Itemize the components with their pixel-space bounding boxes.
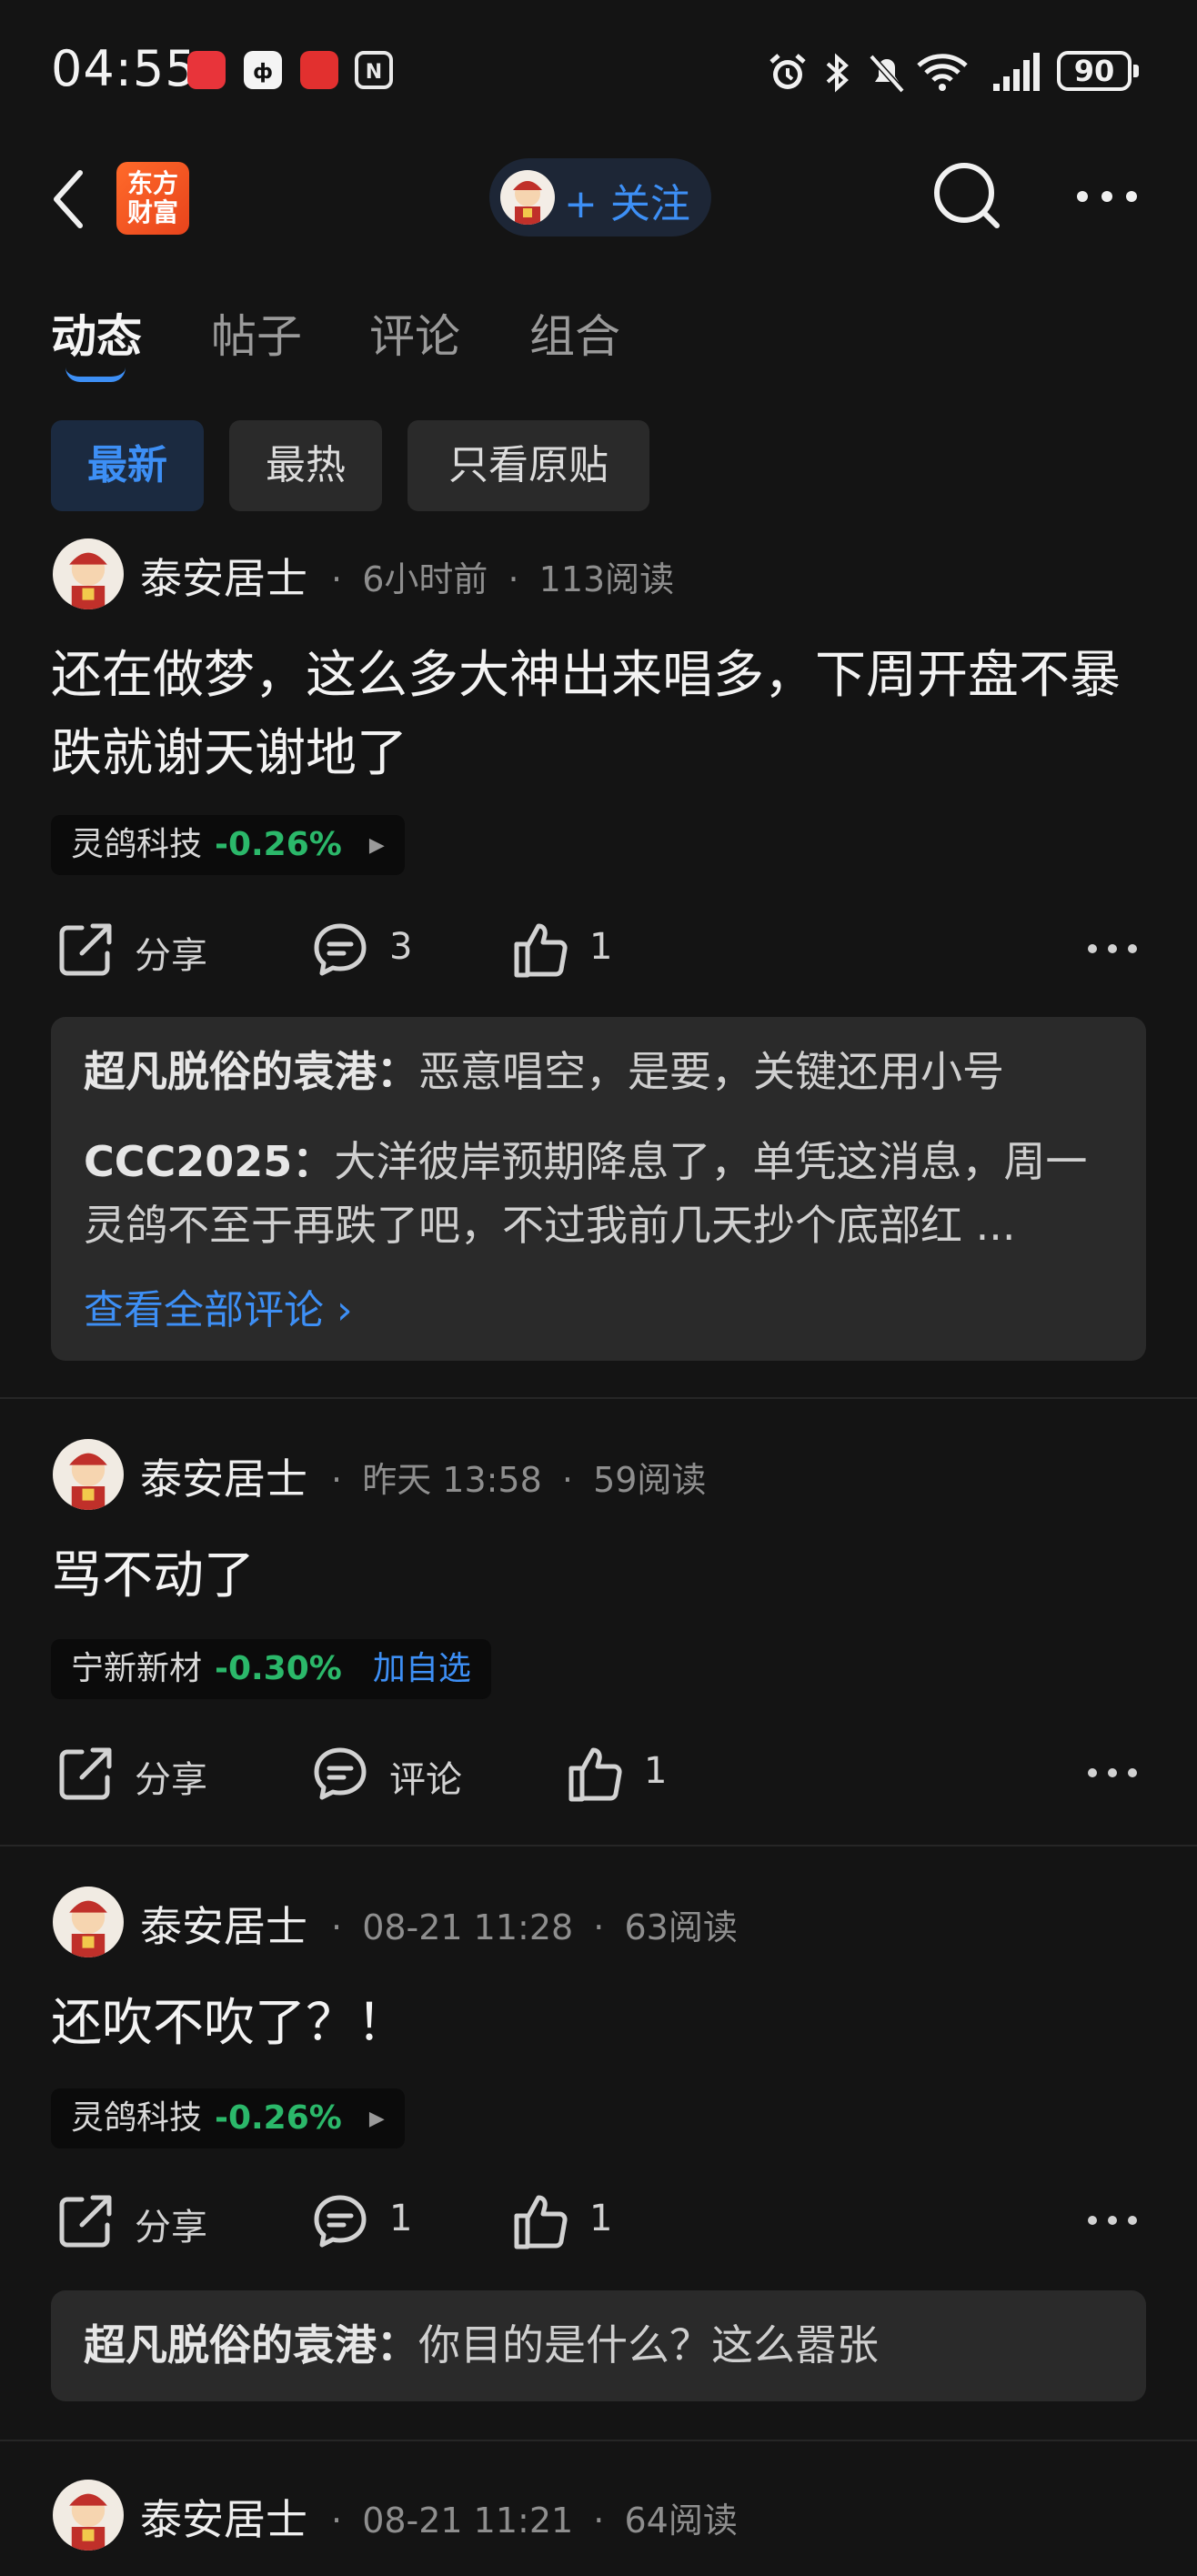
stock-arrow-icon: ▶ — [368, 834, 385, 857]
comment-preview[interactable]: 超凡脱俗的袁港：你目的是什么？这么嚣张 — [51, 2290, 1146, 2401]
post-text[interactable]: 还吹不吹了？！ — [51, 1985, 1152, 2063]
avatar[interactable] — [53, 538, 124, 609]
comment-user[interactable]: 超凡脱俗的袁港： — [84, 2320, 418, 2370]
stock-name: 宁新新材 — [71, 1650, 203, 1687]
tab-comments[interactable]: 评论 — [369, 300, 460, 366]
more-icon[interactable] — [1088, 2214, 1139, 2227]
comment-button[interactable]: 评论 — [311, 1745, 493, 1803]
status-bar: 04:55 ф N 90 — [0, 0, 1197, 146]
post-time: 6小时前 — [362, 559, 488, 599]
status-time: 04:55 — [51, 40, 197, 97]
view-all-comments-link[interactable]: 查看全部评论 › — [84, 1277, 353, 1335]
post-meta: · 08-21 11:21 · 64阅读 — [331, 2501, 738, 2541]
comment-button[interactable]: 1 — [311, 2192, 438, 2250]
stock-tag[interactable]: 灵鸽科技 -0.26% ▶ — [51, 815, 405, 875]
comment-button[interactable]: 3 — [311, 921, 438, 979]
huawei-store-icon — [187, 51, 226, 89]
post-meta: · 昨天 13:58 · 59阅读 — [331, 1460, 707, 1500]
divider — [0, 2440, 1197, 2441]
author-name[interactable]: 泰安居士 — [140, 1446, 307, 1506]
post-meta: · 08-21 11:28 · 63阅读 — [331, 1907, 738, 1947]
stock-tag[interactable]: 灵鸽科技 -0.26% ▶ — [51, 2088, 405, 2148]
dongfang-icon: ф — [244, 51, 282, 89]
avatar[interactable] — [53, 1887, 124, 1957]
comment-text: 恶意唱空，是要，关键还用小号 — [418, 1047, 1004, 1096]
alarm-icon — [770, 54, 806, 89]
author-name[interactable]: 泰安居士 — [140, 546, 307, 606]
comment-icon — [314, 1747, 367, 1800]
active-tab-indicator — [65, 367, 126, 382]
comment-text: 你目的是什么？这么嚣张 — [418, 2320, 879, 2370]
thumbs-up-icon — [568, 1747, 622, 1802]
comment-item: 超凡脱俗的袁港：你目的是什么？这么嚣张 — [84, 2319, 1119, 2370]
share-button[interactable]: 分享 — [56, 1745, 238, 1803]
stock-tag[interactable]: 宁新新材 -0.30% 加自选 — [51, 1639, 491, 1699]
read-count: 64阅读 — [624, 2501, 738, 2541]
like-button[interactable]: 1 — [511, 921, 639, 979]
stock-change: -0.26% — [215, 826, 342, 863]
thumbs-up-icon — [514, 923, 568, 978]
follow-button[interactable]: + 关注 — [489, 158, 711, 236]
post-meta: · 6小时前 · 113阅读 — [331, 559, 675, 599]
filter-latest[interactable]: 最新 — [51, 420, 204, 511]
more-icon[interactable] — [1075, 187, 1139, 206]
comment-preview[interactable]: 超凡脱俗的袁港：恶意唱空，是要，关键还用小号 CCC2025：大洋彼岸预期降息了… — [51, 1017, 1146, 1361]
wifi-icon — [917, 54, 968, 91]
share-icon — [59, 1747, 112, 1800]
comment-user[interactable]: 超凡脱俗的袁港： — [84, 1047, 418, 1096]
stock-name: 灵鸽科技 — [71, 826, 203, 863]
filter-hot[interactable]: 最热 — [229, 420, 382, 511]
comment-icon — [314, 2195, 367, 2248]
author-name[interactable]: 泰安居士 — [140, 1894, 307, 1954]
comment-icon — [314, 923, 367, 976]
back-arrow-icon[interactable] — [49, 167, 89, 231]
stock-change: -0.26% — [215, 2099, 342, 2137]
search-icon[interactable] — [931, 158, 1002, 235]
svg-text:ф: ф — [253, 61, 273, 84]
mute-icon — [869, 54, 905, 94]
post-time: 08-21 11:28 — [362, 1907, 574, 1947]
post-text[interactable]: 骂不动了 — [51, 1537, 1152, 1615]
add-watchlist-button[interactable]: 加自选 — [373, 1650, 471, 1687]
svg-text:N: N — [366, 61, 382, 84]
comment-user[interactable]: CCC2025： — [84, 1137, 334, 1186]
signal-icon — [993, 53, 1040, 91]
share-button[interactable]: 分享 — [56, 2192, 238, 2250]
bluetooth-icon — [826, 53, 849, 93]
stock-change: -0.30% — [215, 1650, 342, 1687]
tab-portfolio[interactable]: 组合 — [529, 300, 620, 366]
battery-indicator: 90 — [1057, 51, 1139, 91]
divider — [0, 1845, 1197, 1846]
more-icon[interactable] — [1088, 1766, 1139, 1779]
read-count: 63阅读 — [624, 1907, 738, 1947]
share-icon — [59, 923, 112, 976]
post-text[interactable]: 还在做梦，这么多大神出来唱多，下周开盘不暴跌就谢天谢地了 — [51, 637, 1152, 793]
post-time: 昨天 13:58 — [362, 1460, 542, 1500]
avatar — [500, 170, 555, 225]
read-count: 113阅读 — [538, 559, 675, 599]
comment-item: 超凡脱俗的袁港：恶意唱空，是要，关键还用小号 — [84, 1046, 1119, 1097]
post-time: 08-21 11:21 — [362, 2501, 574, 2541]
more-icon[interactable] — [1088, 942, 1139, 955]
follow-label: + 关注 — [564, 181, 690, 227]
share-icon — [59, 2195, 112, 2248]
avatar[interactable] — [53, 1439, 124, 1510]
app-logo: 东方 财富 — [116, 162, 189, 235]
avatar[interactable] — [53, 2480, 124, 2551]
share-button[interactable]: 分享 — [56, 921, 238, 979]
comment-item: CCC2025：大洋彼岸预期降息了，单凭这消息，周一灵鸽不至于再跌了吧，不过我前… — [84, 1130, 1119, 1257]
tab-posts[interactable]: 帖子 — [211, 300, 302, 366]
read-count: 59阅读 — [593, 1460, 707, 1500]
like-button[interactable]: 1 — [511, 2192, 639, 2250]
nfc-icon: N — [355, 51, 393, 89]
stock-name: 灵鸽科技 — [71, 2099, 203, 2137]
news-icon — [300, 51, 338, 89]
like-button[interactable]: 1 — [566, 1745, 693, 1803]
tab-dynamics[interactable]: 动态 — [51, 300, 142, 366]
divider — [0, 1397, 1197, 1399]
thumbs-up-icon — [514, 2195, 568, 2249]
stock-arrow-icon: ▶ — [368, 2108, 385, 2130]
author-name[interactable]: 泰安居士 — [140, 2487, 307, 2547]
filter-original-only[interactable]: 只看原贴 — [407, 420, 649, 511]
